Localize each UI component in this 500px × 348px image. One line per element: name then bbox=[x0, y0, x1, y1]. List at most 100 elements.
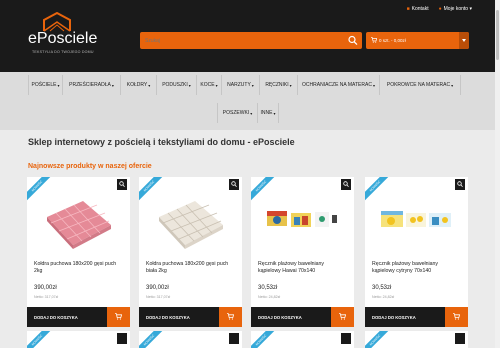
user-icon: ● bbox=[438, 6, 442, 12]
account-link[interactable]: ● Moje konto ▾ bbox=[439, 6, 472, 12]
product-card[interactable]: NOWOŚĆ bbox=[139, 331, 242, 348]
nav-item-inne[interactable]: INNE ▾ bbox=[257, 103, 279, 123]
cart-icon-button[interactable] bbox=[445, 307, 468, 327]
roof-logo-icon bbox=[43, 12, 71, 32]
zoom-button[interactable] bbox=[117, 333, 127, 344]
new-badge-label: NOWOŚĆ bbox=[139, 331, 165, 348]
new-badge-label: NOWOŚĆ bbox=[251, 331, 277, 348]
product-net-price: Netto: 24,82zł bbox=[258, 295, 281, 299]
search-input[interactable] bbox=[143, 35, 343, 46]
nav-label: RĘCZNIKI bbox=[265, 82, 289, 88]
nav-item-narzuty[interactable]: NARZUTY ▾ bbox=[221, 75, 259, 95]
nav-label: POSZEWKI bbox=[222, 110, 250, 116]
product-net-price: Netto: 317,07zł bbox=[34, 295, 59, 299]
main-navigation: POŚCIELE ▾ PRZEŚCIERADŁA ▾ KOŁDRY ▾ PODUSZK… bbox=[0, 72, 500, 130]
product-card[interactable]: NOWOŚĆ Kołdra puchowa 180x200 gęsi puch … bbox=[139, 177, 242, 327]
nav-label: POŚCIELE bbox=[31, 82, 57, 88]
cart-icon bbox=[227, 313, 234, 320]
nav-item-poszewki[interactable]: POSZEWKI ▾ bbox=[217, 103, 257, 123]
search-bar bbox=[140, 32, 362, 49]
zoom-button[interactable] bbox=[229, 333, 239, 344]
add-to-cart-button[interactable]: DODAJ DO KOSZYKA bbox=[365, 307, 445, 327]
product-card[interactable]: NOWOŚĆ Ręcznik plażowy bawełniany kąpiel… bbox=[365, 177, 468, 327]
account-link-label: Moje konto bbox=[443, 6, 469, 12]
cart-icon-button[interactable] bbox=[107, 307, 130, 327]
product-net-price: Netto: 24,82zł bbox=[372, 295, 395, 299]
new-badge: NOWOŚĆ bbox=[27, 331, 53, 348]
product-image-lemon-towel[interactable] bbox=[379, 195, 453, 253]
chevron-down-icon: ▾ bbox=[188, 82, 191, 88]
product-price: 390,00zł bbox=[146, 285, 169, 291]
add-to-cart-button[interactable]: DODAJ DO KOSZYKA bbox=[139, 307, 219, 327]
nav-label: POKROWCE NA MATERAC bbox=[386, 82, 451, 88]
cart-button[interactable]: 0 szt. - 0,00zł bbox=[366, 32, 469, 49]
cart-icon bbox=[453, 313, 460, 320]
site-logo[interactable]: ePosciele TEKSTYLIA DO TWOJEGO DOMU bbox=[28, 12, 100, 58]
new-badge-label: NOWOŚĆ bbox=[365, 331, 391, 348]
new-badge: NOWOŚĆ bbox=[251, 331, 277, 348]
phone-icon: ■ bbox=[406, 6, 410, 12]
product-card[interactable]: NOWOŚĆ Ręcznik plażowy bawełniany kąpiel… bbox=[251, 177, 354, 327]
chevron-down-icon: ▾ bbox=[215, 82, 218, 88]
cart-icon bbox=[115, 313, 122, 320]
contact-link[interactable]: ■ Kontakt bbox=[407, 6, 429, 12]
top-links: ■ Kontakt ● Moje konto ▾ bbox=[407, 6, 472, 12]
logo-text: ePosciele bbox=[28, 30, 98, 47]
zoom-button[interactable] bbox=[117, 179, 127, 190]
nav-item-poscieale[interactable]: POŚCIELE ▾ bbox=[28, 75, 62, 95]
nav-item-ochraniacze[interactable]: OCHRANIACZE NA MATERAC ▾ bbox=[297, 75, 379, 95]
add-to-cart-button[interactable]: DODAJ DO KOSZYKA bbox=[27, 307, 107, 327]
nav-label: KOCE bbox=[200, 82, 215, 88]
nav-item-reczniki[interactable]: RĘCZNIKI ▾ bbox=[259, 75, 297, 95]
product-image-hawai-towel[interactable] bbox=[265, 195, 339, 253]
chevron-down-icon: ▾ bbox=[372, 82, 375, 88]
product-card[interactable]: NOWOŚĆ Kołdra puchowa 180x200 gęsi puch … bbox=[27, 177, 130, 327]
chevron-down-icon[interactable] bbox=[459, 32, 469, 49]
cart-icon-button[interactable] bbox=[331, 307, 354, 327]
product-name[interactable]: Kołdra puchowa 180x200 gęsi puch 2kg bbox=[34, 261, 124, 275]
zoom-button[interactable] bbox=[341, 333, 351, 344]
chevron-down-icon: ▾ bbox=[289, 82, 292, 88]
product-name[interactable]: Ręcznik plażowy bawełniany kąpielowy Haw… bbox=[258, 261, 348, 275]
search-icon bbox=[231, 181, 237, 188]
product-price: 390,00zł bbox=[34, 285, 57, 291]
zoom-button[interactable] bbox=[455, 179, 465, 190]
zoom-button[interactable] bbox=[229, 179, 239, 190]
add-to-cart-button[interactable]: DODAJ DO KOSZYKA bbox=[251, 307, 331, 327]
product-card[interactable]: NOWOŚĆ bbox=[251, 331, 354, 348]
product-card[interactable]: NOWOŚĆ bbox=[365, 331, 468, 348]
chevron-down-icon: ▾ bbox=[451, 82, 454, 88]
zoom-button[interactable] bbox=[455, 333, 465, 344]
product-price: 30,53zł bbox=[258, 285, 278, 291]
nav-item-przescieradla[interactable]: PRZEŚCIERADŁA ▾ bbox=[62, 75, 120, 95]
chevron-down-icon: ▾ bbox=[250, 110, 253, 116]
cart-icon bbox=[371, 37, 377, 43]
zoom-button[interactable] bbox=[341, 179, 351, 190]
product-net-price: Netto: 317,07zł bbox=[146, 295, 171, 299]
page-scrollbar[interactable] bbox=[495, 0, 500, 348]
chevron-down-icon: ▾ bbox=[57, 82, 60, 88]
nav-label: INNE bbox=[260, 110, 273, 116]
chevron-down-icon: ▾ bbox=[111, 82, 114, 88]
scrollbar-thumb[interactable] bbox=[496, 10, 499, 60]
cart-summary: 0 szt. - 0,00zł bbox=[379, 38, 406, 43]
nav-item-poduszki[interactable]: PODUSZKI ▾ bbox=[156, 75, 196, 95]
cart-icon-button[interactable] bbox=[219, 307, 242, 327]
chevron-down-icon: ▾ bbox=[273, 110, 276, 116]
nav-label: KOŁDRY bbox=[126, 82, 148, 88]
nav-label: OCHRANIACZE NA MATERAC bbox=[302, 82, 372, 88]
new-badge: NOWOŚĆ bbox=[139, 331, 165, 348]
cart-icon bbox=[339, 313, 346, 320]
page-title: Sklep internetowy z pościelą i tekstylia… bbox=[28, 137, 295, 147]
product-image-white-duvet[interactable] bbox=[153, 195, 227, 253]
search-icon bbox=[457, 181, 463, 188]
nav-item-pokrowce[interactable]: POKROWCE NA MATERAC ▾ bbox=[379, 75, 461, 95]
product-name[interactable]: Ręcznik plażowy bawełniany kąpielowy cyt… bbox=[372, 261, 462, 275]
product-image-pink-duvet[interactable] bbox=[41, 195, 115, 253]
nav-item-koldry[interactable]: KOŁDRY ▾ bbox=[120, 75, 156, 95]
product-card[interactable]: NOWOŚĆ bbox=[27, 331, 130, 348]
search-icon[interactable] bbox=[347, 35, 359, 46]
product-name[interactable]: Kołdra puchowa 180x200 gęsi puch biała 2… bbox=[146, 261, 236, 275]
logo-tagline: TEKSTYLIA DO TWOJEGO DOMU bbox=[32, 50, 94, 54]
nav-item-koce[interactable]: KOCE ▾ bbox=[196, 75, 221, 95]
